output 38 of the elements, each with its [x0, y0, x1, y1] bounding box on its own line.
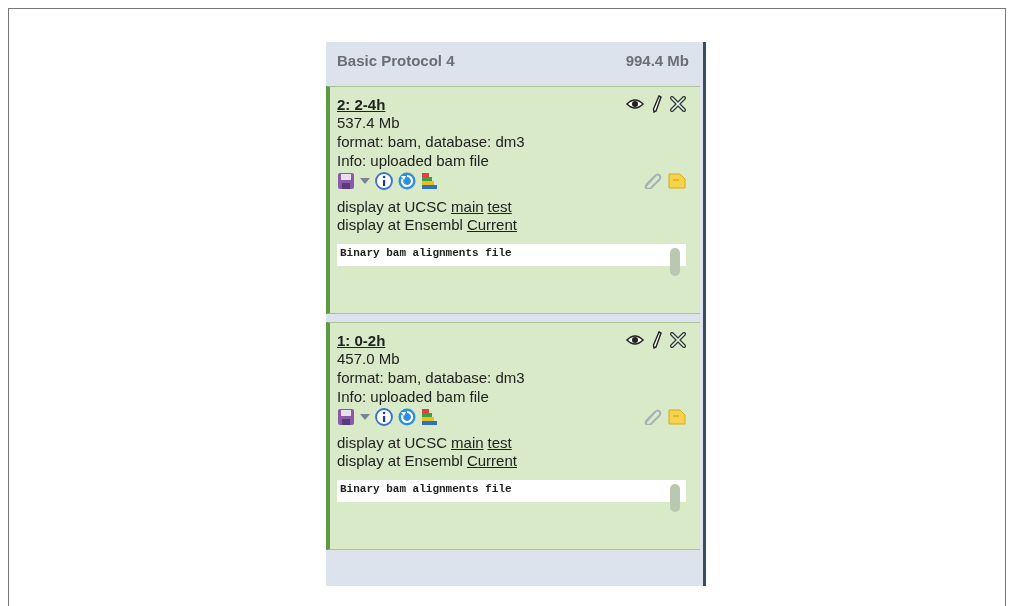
dataset-title-link[interactable]: 1: 0-2h [337, 331, 386, 349]
pencil-icon[interactable] [652, 331, 662, 349]
scrollbar-thumb[interactable] [670, 484, 680, 512]
caret-icon[interactable] [360, 414, 370, 420]
display-label: display at UCSC [337, 434, 448, 452]
paperclip-icon[interactable] [643, 409, 663, 425]
stacked-bars-icon[interactable] [421, 408, 437, 426]
history-size: 994.4 Mb [625, 52, 689, 69]
dataset-format: format: bam, database: dm3 [337, 132, 526, 151]
refresh-icon[interactable] [398, 172, 416, 190]
display-label: display at UCSC [337, 198, 448, 216]
refresh-icon[interactable] [398, 408, 416, 426]
dataset-title-link[interactable]: 2: 2-4h [337, 95, 386, 113]
close-icon[interactable] [670, 96, 686, 112]
paperclip-icon[interactable] [643, 173, 663, 189]
dataset-size: 457.0 Mb [337, 349, 401, 368]
info-icon[interactable] [375, 172, 393, 190]
eye-icon[interactable] [626, 98, 644, 110]
stacked-bars-icon[interactable] [421, 172, 437, 190]
display-link[interactable]: Current [466, 216, 517, 234]
dataset-info: Info: uploaded bam file [337, 151, 490, 170]
dataset-format: format: bam, database: dm3 [337, 368, 526, 387]
display-link[interactable]: Current [466, 452, 517, 470]
display-label: display at Ensembl [337, 452, 463, 470]
scrollbar-thumb[interactable] [670, 248, 680, 276]
close-icon[interactable] [670, 332, 686, 348]
display-link[interactable]: test [487, 434, 512, 452]
display-label: display at Ensembl [337, 216, 463, 234]
dataset-size: 537.4 Mb [337, 113, 401, 132]
display-link[interactable]: test [487, 198, 512, 216]
display-link[interactable]: main [451, 434, 484, 452]
dataset-info: Info: uploaded bam file [337, 387, 490, 406]
pencil-icon[interactable] [652, 95, 662, 113]
eye-icon[interactable] [626, 334, 644, 346]
info-icon[interactable] [375, 408, 393, 426]
history-name: Basic Protocol 4 [337, 52, 455, 69]
caret-icon[interactable] [360, 178, 370, 184]
display-link[interactable]: main [451, 198, 484, 216]
